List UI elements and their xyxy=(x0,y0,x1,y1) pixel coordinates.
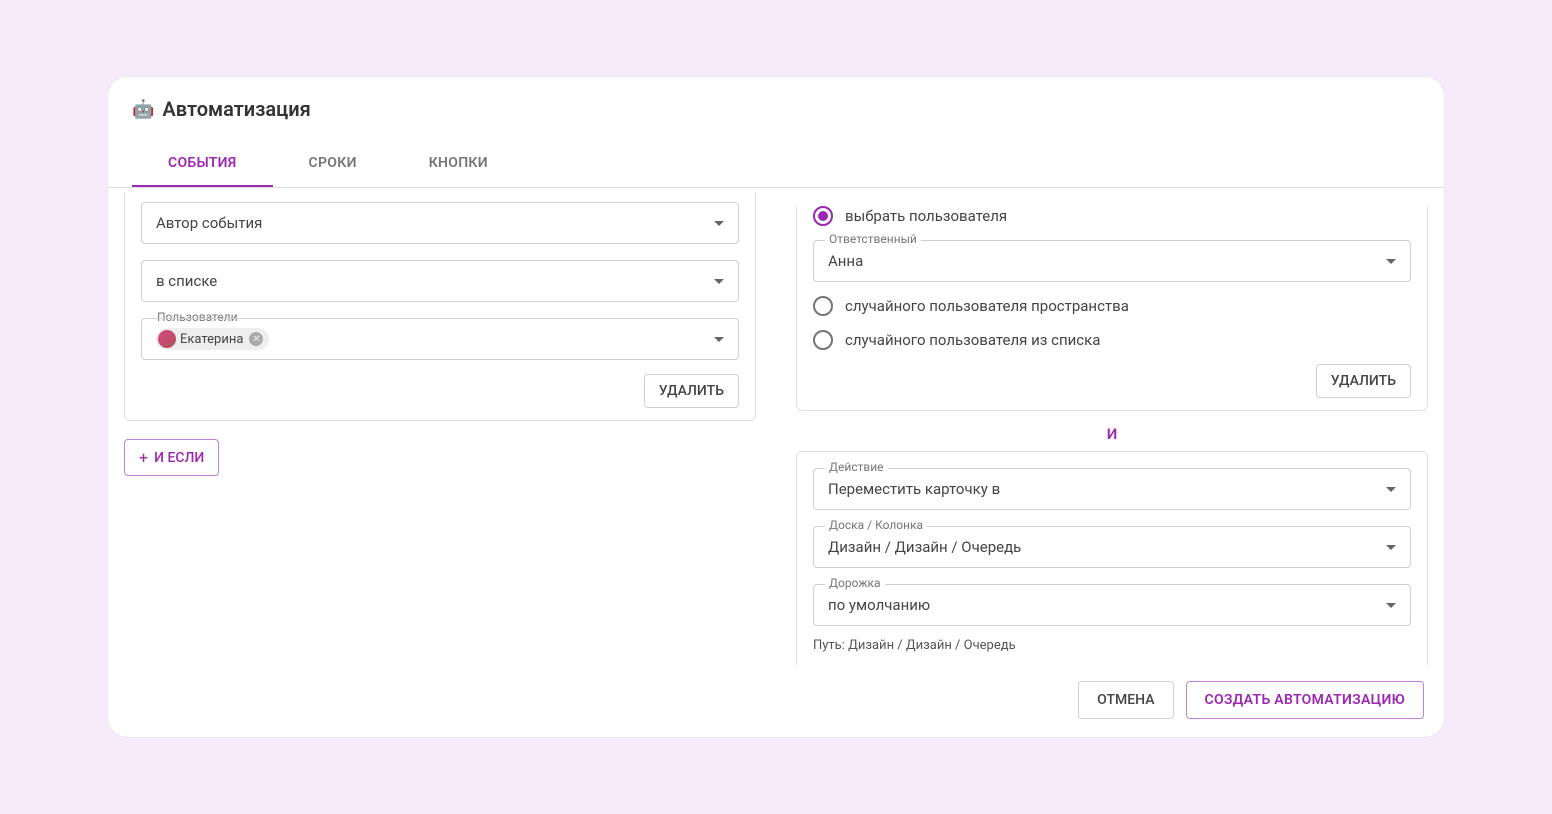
board-column-select-wrap: Доска / Колонка Дизайн / Дизайн / Очеред… xyxy=(813,526,1411,568)
chevron-down-icon xyxy=(1386,545,1396,550)
radio-random-space-label: случайного пользователя пространства xyxy=(845,297,1129,315)
chevron-down-icon xyxy=(1386,487,1396,492)
delete-condition-button[interactable]: УДАЛИТЬ xyxy=(644,374,739,408)
plus-icon: + xyxy=(139,448,148,467)
responsible-select[interactable]: Анна xyxy=(813,240,1411,282)
responsible-select-wrap: Ответственный Анна xyxy=(813,240,1411,282)
radio-random-list-label: случайного пользователя из списка xyxy=(845,331,1100,349)
board-column-value: Дизайн / Дизайн / Очередь xyxy=(828,538,1386,556)
lane-select[interactable]: по умолчанию xyxy=(813,584,1411,626)
radio-choose-user[interactable]: выбрать пользователя xyxy=(813,206,1411,226)
lane-value: по умолчанию xyxy=(828,596,1386,614)
chevron-down-icon xyxy=(714,279,724,284)
radio-icon xyxy=(813,296,833,316)
automation-modal: 🤖 Автоматизация СОБЫТИЯ СРОКИ КНОПКИ Авт… xyxy=(108,77,1444,737)
lane-select-wrap: Дорожка по умолчанию xyxy=(813,584,1411,626)
action-value: Переместить карточку в xyxy=(828,480,1386,498)
path-text: Путь: Дизайн / Дизайн / Очередь xyxy=(813,638,1411,653)
user-chip[interactable]: Екатерина ✕ xyxy=(156,328,269,350)
modal-header: 🤖 Автоматизация xyxy=(108,77,1444,121)
board-column-select[interactable]: Дизайн / Дизайн / Очередь xyxy=(813,526,1411,568)
tab-deadlines[interactable]: СРОКИ xyxy=(273,141,393,187)
chevron-down-icon xyxy=(1386,603,1396,608)
chevron-down-icon xyxy=(714,337,724,342)
assign-card-actions: УДАЛИТЬ xyxy=(813,364,1411,398)
radio-icon xyxy=(813,330,833,350)
and-separator: И xyxy=(796,425,1428,443)
event-author-select-wrap: Автор события xyxy=(141,202,739,244)
users-field[interactable]: Екатерина ✕ xyxy=(141,318,739,360)
tab-events[interactable]: СОБЫТИЯ xyxy=(132,141,273,187)
modal-body: Автор события в списке Пользователи xyxy=(108,188,1444,669)
title-row: 🤖 Автоматизация xyxy=(132,97,1420,121)
condition-column: Автор события в списке Пользователи xyxy=(124,188,756,669)
event-author-value: Автор события xyxy=(156,214,714,232)
move-card: Действие Переместить карточку в Доска / … xyxy=(796,451,1428,665)
in-list-value: в списке xyxy=(156,272,714,290)
in-list-select-wrap: в списке xyxy=(141,260,739,302)
robot-icon: 🤖 xyxy=(132,99,154,120)
add-and-if-label: И ЕСЛИ xyxy=(154,450,204,466)
responsible-label: Ответственный xyxy=(825,232,921,246)
add-and-if-button[interactable]: + И ЕСЛИ xyxy=(124,439,219,476)
assign-card: выбрать пользователя Ответственный Анна … xyxy=(796,206,1428,411)
tabs: СОБЫТИЯ СРОКИ КНОПКИ xyxy=(108,141,1444,188)
condition-card: Автор события в списке Пользователи xyxy=(124,192,756,421)
radio-random-list[interactable]: случайного пользователя из списка xyxy=(813,330,1411,350)
radio-icon xyxy=(813,206,833,226)
remove-chip-icon[interactable]: ✕ xyxy=(249,332,263,346)
tab-buttons[interactable]: КНОПКИ xyxy=(393,141,524,187)
radio-choose-user-label: выбрать пользователя xyxy=(845,207,1007,225)
delete-assign-button[interactable]: УДАЛИТЬ xyxy=(1316,364,1411,398)
create-automation-button[interactable]: СОЗДАТЬ АВТОМАТИЗАЦИЮ xyxy=(1186,681,1424,719)
radio-random-space[interactable]: случайного пользователя пространства xyxy=(813,296,1411,316)
responsible-value: Анна xyxy=(828,252,1386,270)
event-author-select[interactable]: Автор события xyxy=(141,202,739,244)
action-select[interactable]: Переместить карточку в xyxy=(813,468,1411,510)
in-list-select[interactable]: в списке xyxy=(141,260,739,302)
chevron-down-icon xyxy=(1386,259,1396,264)
chevron-down-icon xyxy=(714,221,724,226)
users-field-wrap: Пользователи Екатерина ✕ xyxy=(141,318,739,360)
user-chip-name: Екатерина xyxy=(180,332,243,347)
cancel-button[interactable]: ОТМЕНА xyxy=(1078,681,1173,719)
avatar-icon xyxy=(158,330,176,348)
board-column-label: Доска / Колонка xyxy=(825,518,927,532)
action-select-wrap: Действие Переместить карточку в xyxy=(813,468,1411,510)
modal-footer: ОТМЕНА СОЗДАТЬ АВТОМАТИЗАЦИЮ xyxy=(108,669,1444,737)
lane-label: Дорожка xyxy=(825,576,885,590)
action-label: Действие xyxy=(825,460,888,474)
action-column: выбрать пользователя Ответственный Анна … xyxy=(796,188,1428,669)
add-if-wrap: + И ЕСЛИ xyxy=(124,433,756,482)
page-title: Автоматизация xyxy=(162,97,310,121)
condition-card-actions: УДАЛИТЬ xyxy=(141,374,739,408)
